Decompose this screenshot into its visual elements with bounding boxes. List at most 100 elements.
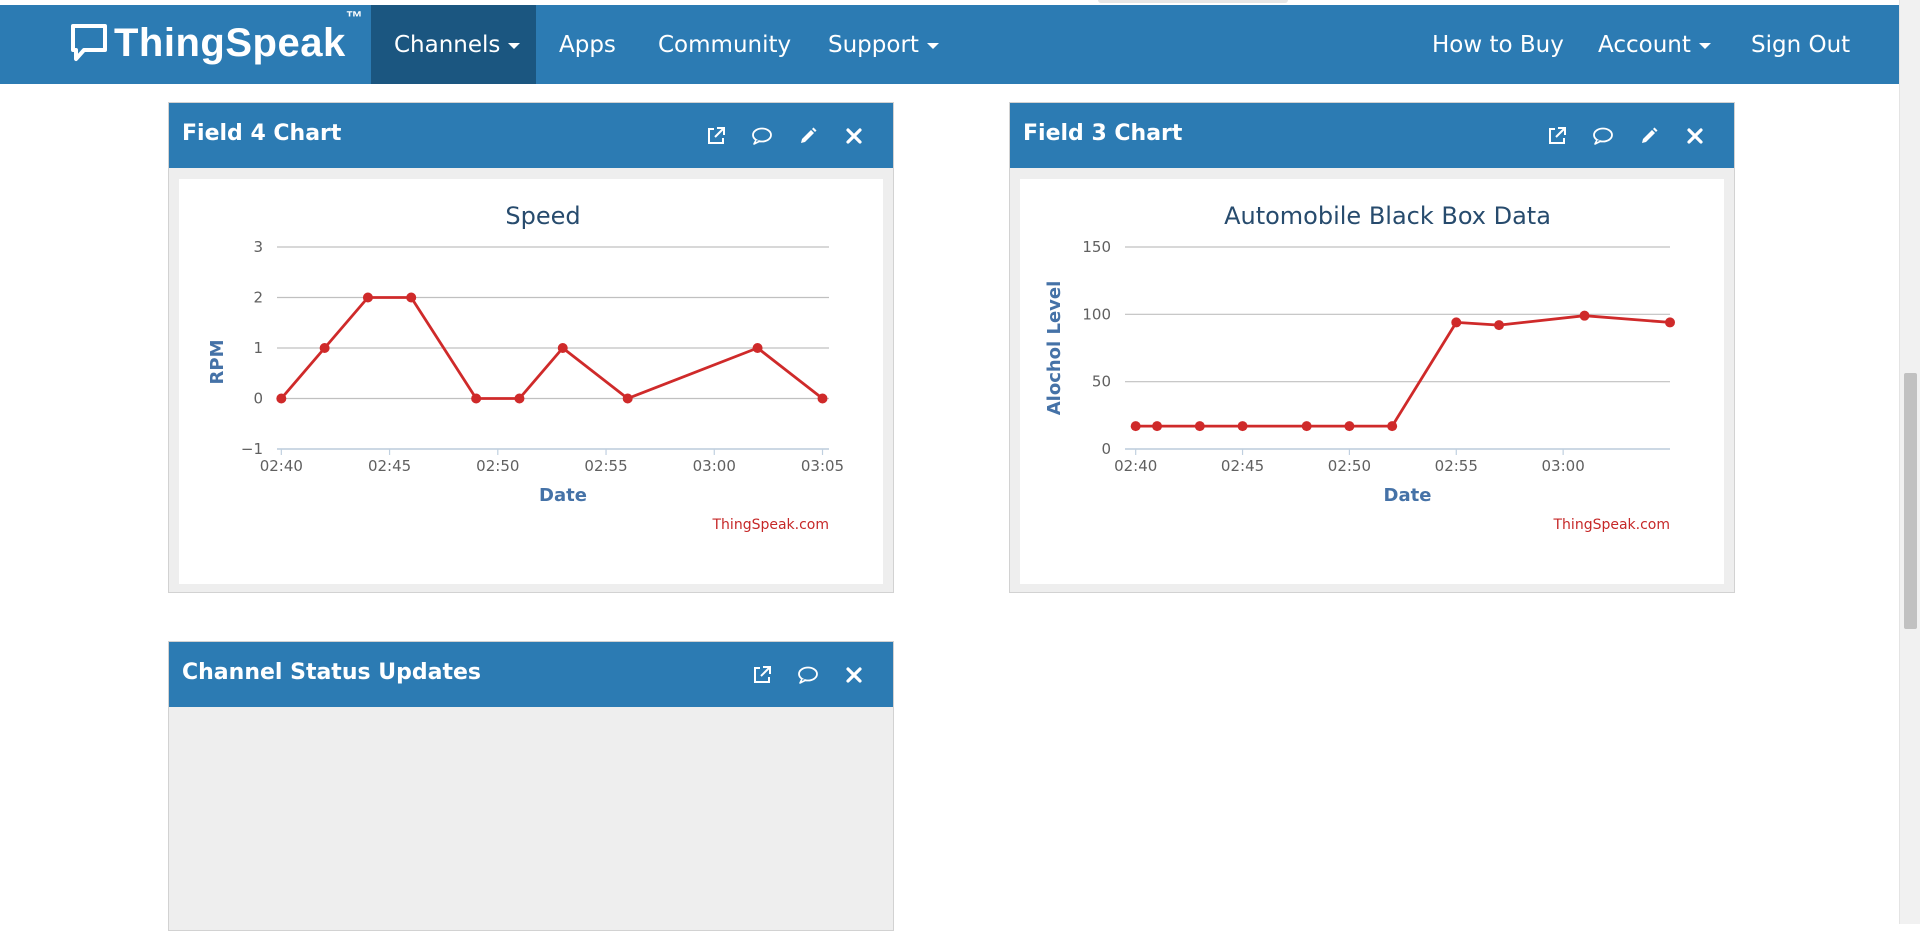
x-tick-label: 02:55 [584, 457, 627, 475]
y-tick-label: 3 [253, 238, 263, 256]
chevron-down-icon [1698, 42, 1711, 49]
chevron-down-icon [508, 42, 521, 49]
x-tick-label: 03:05 [801, 457, 844, 475]
channel-status-panel: Channel Status Updates [168, 641, 894, 931]
nav-sign-out-label: Sign Out [1751, 31, 1851, 58]
nav-how-to-buy[interactable]: How to Buy [1409, 5, 1587, 84]
nav-support-label: Support [828, 31, 919, 58]
external-link-icon[interactable] [1534, 121, 1580, 151]
data-point[interactable] [362, 292, 373, 303]
field4-chart-panel: Field 4 Chart Speed −1 0 1 2 3 02:40 02:45 02:50… [168, 102, 894, 593]
x-tick-label: 02:50 [1328, 457, 1371, 475]
comment-icon[interactable] [785, 660, 831, 690]
pencil-icon[interactable] [1626, 121, 1672, 151]
x-tick-label: 02:50 [476, 457, 519, 475]
comment-icon[interactable] [1580, 121, 1626, 151]
chart-credit-link[interactable]: ThingSpeak.com [1553, 517, 1671, 533]
tab-hint [1098, 0, 1288, 3]
panel-header: Field 4 Chart [169, 103, 893, 168]
y-axis-title: Alochol Level [1044, 281, 1065, 416]
brand-name: ThingSpeak™ [114, 8, 364, 65]
nav-apps-label: Apps [559, 31, 616, 58]
scrollbar-thumb[interactable] [1904, 373, 1917, 629]
alcohol-level-line-chart[interactable]: Automobile Black Box Data 0 50 100 150 02:40 0… [1020, 179, 1724, 584]
nav-support[interactable]: Support [805, 5, 962, 84]
data-point[interactable] [1152, 421, 1163, 432]
y-tick-label: 2 [253, 289, 263, 307]
nav-account-label: Account [1598, 31, 1691, 58]
close-icon[interactable] [1672, 121, 1718, 151]
nav-channels-label: Channels [394, 31, 501, 58]
nav-community[interactable]: Community [635, 5, 814, 84]
y-tick-label: 150 [1082, 238, 1111, 256]
y-tick-label: 1 [253, 339, 263, 357]
x-tick-label: 02:45 [368, 457, 411, 475]
data-point[interactable] [817, 393, 828, 404]
page-scrollbar[interactable] [1899, 0, 1920, 924]
data-point[interactable] [752, 343, 763, 353]
pencil-icon[interactable] [785, 121, 831, 151]
top-navbar: ThingSpeak™ Channels Apps Community Supp… [0, 5, 1899, 84]
data-point[interactable] [406, 292, 417, 303]
data-point[interactable] [514, 393, 525, 404]
close-icon[interactable] [831, 121, 877, 151]
data-point[interactable] [471, 393, 482, 404]
x-axis-title: Date [539, 485, 587, 506]
panel-title: Field 4 Chart [182, 121, 342, 146]
data-point[interactable] [1387, 421, 1398, 432]
data-point[interactable] [1237, 421, 1248, 432]
x-tick-label: 02:40 [1114, 457, 1157, 475]
panel-toolbar [693, 121, 877, 151]
brand-logo[interactable]: ThingSpeak™ [70, 8, 364, 65]
x-tick-label: 02:55 [1435, 457, 1478, 475]
data-point[interactable] [557, 343, 568, 353]
chart-container: Speed −1 0 1 2 3 02:40 02:45 02:50 02:55 03:00 03:0… [179, 179, 883, 584]
panel-title: Field 3 Chart [1023, 121, 1183, 146]
nav-how-to-buy-label: How to Buy [1432, 31, 1564, 58]
status-updates-body [169, 707, 893, 930]
chevron-down-icon [926, 42, 939, 49]
panel-title: Channel Status Updates [182, 660, 481, 685]
speech-bubble-logo-icon [71, 24, 107, 61]
y-tick-label: 50 [1092, 373, 1111, 391]
chart-title: Speed [505, 202, 580, 230]
speed-line-chart[interactable]: Speed −1 0 1 2 3 02:40 02:45 02:50 02:55 03:00 03:0… [179, 179, 883, 584]
panel-toolbar [1534, 121, 1718, 151]
data-point[interactable] [622, 393, 633, 404]
nav-sign-out[interactable]: Sign Out [1728, 5, 1873, 84]
data-point[interactable] [1451, 317, 1462, 328]
nav-community-label: Community [658, 31, 792, 58]
y-tick-label: 100 [1082, 305, 1111, 323]
x-tick-label: 02:45 [1221, 457, 1264, 475]
x-tick-label: 03:00 [693, 457, 736, 475]
y-axis-title: RPM [207, 340, 228, 385]
data-point[interactable] [276, 393, 287, 404]
data-point[interactable] [319, 343, 330, 353]
data-point[interactable] [1344, 421, 1355, 432]
external-link-icon[interactable] [739, 660, 785, 690]
y-tick-label: 0 [253, 390, 263, 408]
data-point[interactable] [1301, 421, 1312, 432]
chart-title: Automobile Black Box Data [1224, 202, 1551, 230]
x-axis-title: Date [1384, 485, 1432, 506]
chart-credit-link[interactable]: ThingSpeak.com [712, 517, 830, 533]
field3-chart-panel: Field 3 Chart Automobile Black Box Data 0… [1009, 102, 1735, 593]
chart-container: Automobile Black Box Data 0 50 100 150 02:40 0… [1020, 179, 1724, 584]
data-point[interactable] [1194, 421, 1205, 432]
data-point[interactable] [1130, 421, 1141, 432]
panel-header: Channel Status Updates [169, 642, 893, 707]
nav-channels[interactable]: Channels [371, 5, 536, 84]
panel-toolbar [739, 660, 877, 690]
external-link-icon[interactable] [693, 121, 739, 151]
data-point[interactable] [1579, 310, 1590, 321]
close-icon[interactable] [831, 660, 877, 690]
y-tick-label: −1 [241, 440, 263, 458]
series-line [1135, 314, 1671, 428]
nav-account[interactable]: Account [1575, 5, 1734, 84]
nav-apps[interactable]: Apps [536, 5, 639, 84]
x-tick-label: 02:40 [260, 457, 303, 475]
comment-icon[interactable] [739, 121, 785, 151]
y-tick-label: 0 [1101, 440, 1111, 458]
data-point[interactable] [1665, 317, 1675, 328]
data-point[interactable] [1494, 320, 1505, 331]
